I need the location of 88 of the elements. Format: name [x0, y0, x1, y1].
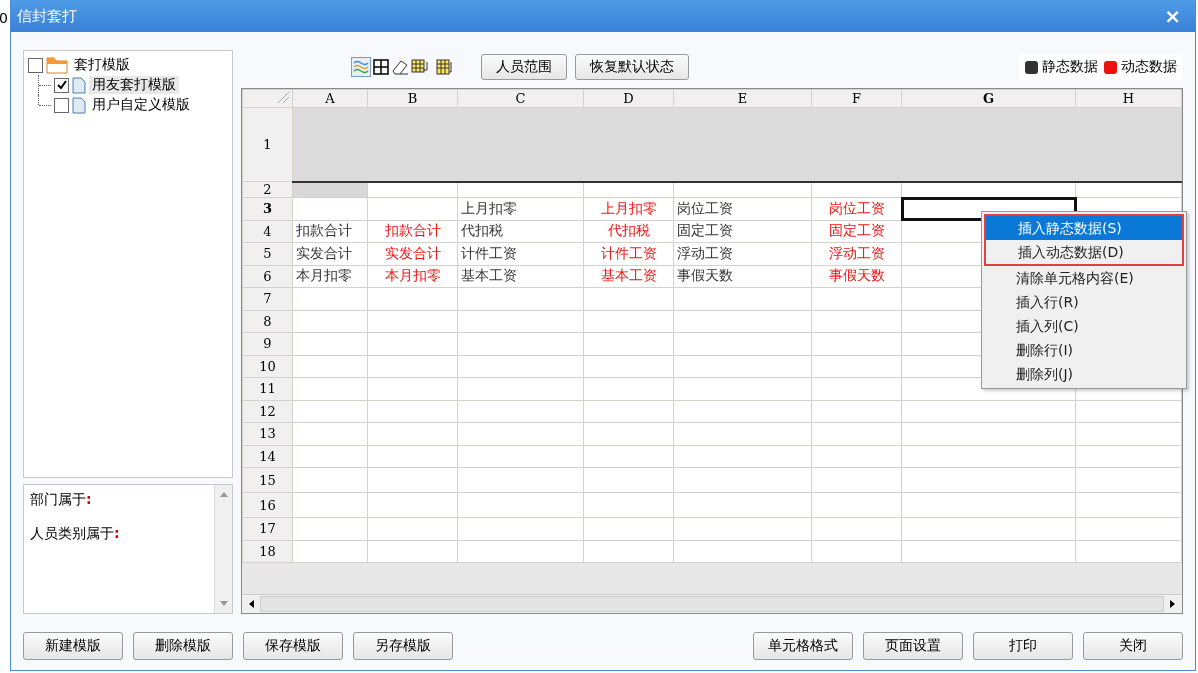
- column-header[interactable]: G: [901, 89, 1076, 108]
- column-header[interactable]: D: [583, 89, 674, 108]
- table-cell: 本月扣零: [292, 265, 368, 288]
- table-cell: 固定工资: [673, 220, 812, 243]
- eraser-icon[interactable]: [391, 59, 409, 75]
- menu-item[interactable]: 插入行(R): [984, 290, 1184, 314]
- diagonal-lines-icon: [275, 91, 289, 103]
- table-cell: 代扣税: [583, 220, 674, 243]
- table-cell: 扣款合计: [292, 220, 368, 243]
- footer-button[interactable]: 打印: [973, 632, 1073, 660]
- table-cell: 实发合计: [367, 242, 458, 265]
- table-cell: 基本工资: [583, 265, 674, 288]
- table-cell: 本月扣零: [367, 265, 458, 288]
- menu-item[interactable]: 插入动态数据(D): [986, 240, 1182, 264]
- horizontal-scrollbar[interactable]: [242, 594, 1182, 613]
- menu-item[interactable]: 插入列(C): [984, 314, 1184, 338]
- legend-label: 静态数据: [1042, 58, 1098, 76]
- filter-label: 部门属于: [30, 491, 86, 507]
- filter-label: 人员类别属于: [30, 525, 114, 541]
- menu-item[interactable]: 清除单元格内容(E): [984, 266, 1184, 290]
- legend-label: 动态数据: [1121, 58, 1177, 76]
- footer-button[interactable]: 删除模版: [133, 632, 233, 660]
- table-cell: 上月扣零: [583, 197, 674, 220]
- table-cell: 计件工资: [583, 242, 674, 265]
- row-header[interactable]: 3: [242, 197, 293, 220]
- menu-item[interactable]: 删除列(J): [984, 362, 1184, 386]
- table-cell: 浮动工资: [673, 242, 812, 265]
- row-header[interactable]: 1: [242, 107, 293, 182]
- colon-mark: :: [114, 525, 120, 541]
- checkbox[interactable]: [28, 57, 43, 73]
- row-header[interactable]: 17: [242, 517, 293, 540]
- row-header[interactable]: 8: [242, 310, 293, 333]
- footer-button[interactable]: 另存模版: [353, 632, 453, 660]
- right-arrow-icon[interactable]: [1170, 600, 1176, 608]
- row-header[interactable]: 13: [242, 422, 293, 445]
- grid-icon[interactable]: [373, 59, 389, 75]
- table-cell: 事假天数: [673, 265, 812, 288]
- row-header[interactable]: 4: [242, 220, 293, 243]
- column-header[interactable]: B: [367, 89, 458, 108]
- footer-button[interactable]: 页面设置: [863, 632, 963, 660]
- table-arrow-icon[interactable]: [411, 58, 431, 76]
- row-header[interactable]: 18: [242, 540, 293, 563]
- column-header[interactable]: H: [1075, 89, 1182, 108]
- column-header[interactable]: A: [292, 89, 368, 108]
- row-header[interactable]: 16: [242, 492, 293, 518]
- toolbar-button[interactable]: 人员范围: [481, 54, 567, 80]
- row-header[interactable]: 10: [242, 355, 293, 378]
- row-header[interactable]: 15: [242, 467, 293, 493]
- checkbox[interactable]: [54, 97, 69, 113]
- left-arrow-icon[interactable]: [248, 600, 254, 608]
- table-cell: 浮动工资: [811, 242, 902, 265]
- tree-item[interactable]: 用户自定义模版: [89, 96, 193, 114]
- row-header[interactable]: 14: [242, 445, 293, 468]
- footer-button[interactable]: 新建模版: [23, 632, 123, 660]
- table-cell: 上月扣零: [457, 197, 584, 220]
- document-icon: [72, 96, 86, 114]
- row-header[interactable]: 7: [242, 287, 293, 310]
- toolbar-button[interactable]: 恢复默认状态: [575, 54, 689, 80]
- footer-button[interactable]: 单元格格式: [753, 632, 853, 660]
- checkbox[interactable]: [54, 77, 69, 93]
- row-header[interactable]: 5: [242, 242, 293, 265]
- menu-item[interactable]: 插入静态数据(S): [986, 216, 1182, 240]
- table-cell: 扣款合计: [367, 220, 458, 243]
- row-header[interactable]: 12: [242, 400, 293, 423]
- row-header[interactable]: 11: [242, 377, 293, 400]
- table-cell: 岗位工资: [673, 197, 812, 220]
- column-header[interactable]: C: [457, 89, 584, 108]
- tree-item[interactable]: 用友套打模版: [89, 76, 179, 94]
- table-cell: 计件工资: [457, 242, 584, 265]
- column-header[interactable]: F: [811, 89, 902, 108]
- background-text: 0: [0, 10, 8, 26]
- table-cell: 基本工资: [457, 265, 584, 288]
- table-cell: 代扣税: [457, 220, 584, 243]
- table-cell: 实发合计: [292, 242, 368, 265]
- table-cell: 固定工资: [811, 220, 902, 243]
- table-cell: 事假天数: [811, 265, 902, 288]
- window-title: 信封套打: [17, 6, 77, 26]
- document-icon: [72, 76, 86, 94]
- tree-item[interactable]: 套打模版: [71, 56, 133, 74]
- column-header[interactable]: E: [673, 89, 812, 108]
- footer-button[interactable]: 保存模版: [243, 632, 343, 660]
- row-header[interactable]: 9: [242, 332, 293, 355]
- colon-mark: :: [86, 491, 92, 507]
- row-header[interactable]: 6: [242, 265, 293, 288]
- table-arrow-icon[interactable]: [433, 58, 453, 76]
- footer-button[interactable]: 关闭: [1083, 632, 1183, 660]
- corner-cell[interactable]: [242, 89, 293, 108]
- menu-item[interactable]: 删除行(I): [984, 338, 1184, 362]
